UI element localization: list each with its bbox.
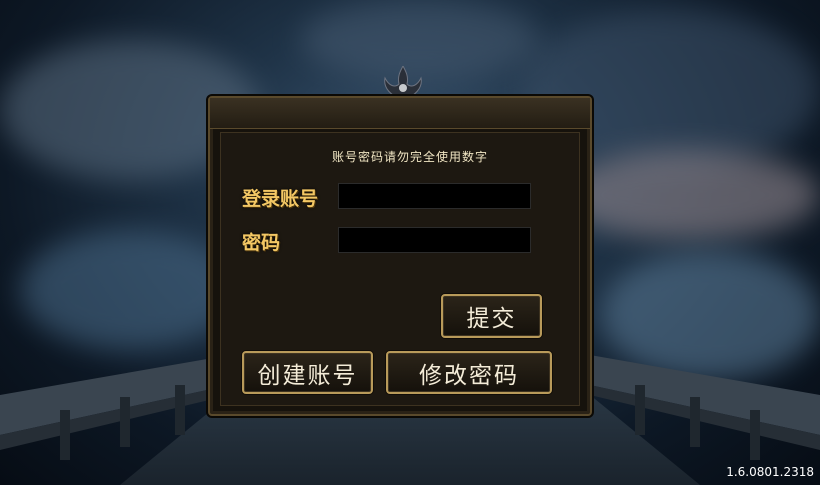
right-railing — [590, 355, 820, 460]
account-label: 登录账号 — [242, 188, 319, 210]
create-account-button[interactable]: 创建账号 — [242, 351, 373, 394]
change-password-button[interactable]: 修改密码 — [386, 351, 552, 394]
password-input[interactable] — [338, 227, 531, 253]
login-hint: 账号密码请勿完全使用数字 — [331, 150, 488, 164]
submit-button[interactable]: 提交 — [441, 294, 542, 338]
account-input[interactable] — [338, 183, 531, 209]
panel-header — [210, 98, 590, 129]
dragon-crest-icon — [373, 66, 433, 100]
password-label: 密码 — [242, 232, 281, 254]
version-text: 1.6.0801.2318 — [726, 465, 814, 479]
left-railing — [0, 355, 230, 460]
